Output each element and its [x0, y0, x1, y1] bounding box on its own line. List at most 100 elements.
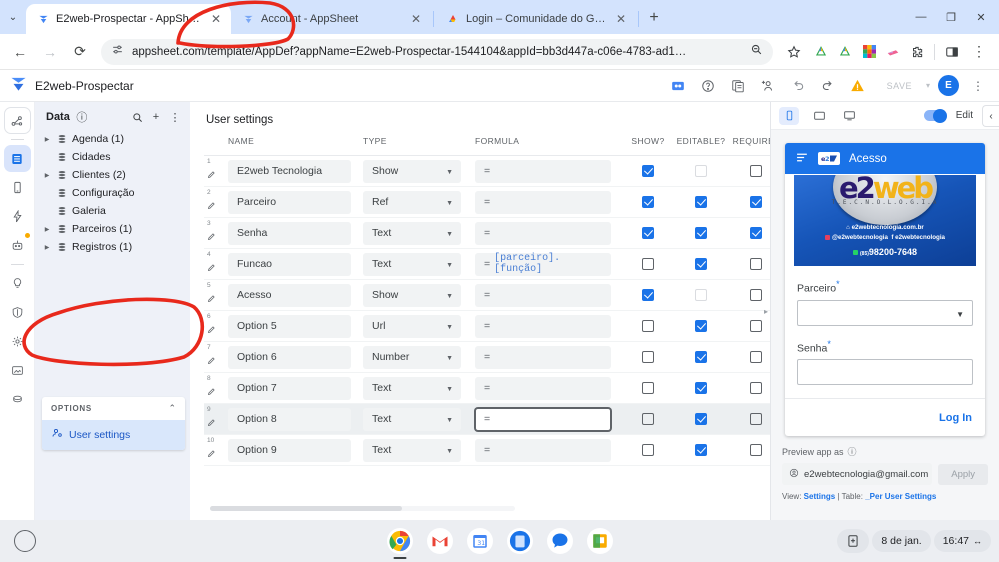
- name-field[interactable]: Option 7: [228, 376, 351, 400]
- name-field[interactable]: Option 9: [228, 438, 351, 462]
- slides-icon[interactable]: [586, 528, 613, 554]
- data-table-item[interactable]: Configuração: [35, 184, 190, 202]
- side-panel-icon[interactable]: [941, 41, 963, 63]
- collapse-preview-button[interactable]: ‹: [982, 105, 999, 127]
- clock-status-area[interactable]: 16:47 ↔: [933, 530, 991, 552]
- browser-tab-0[interactable]: E2web-Prospectar - AppSheet ✕: [26, 4, 231, 34]
- menu-icon[interactable]: [796, 150, 809, 168]
- edit-mode-toggle[interactable]: [923, 108, 947, 123]
- type-cell[interactable]: Text ▼: [363, 217, 475, 249]
- formula-cell[interactable]: =: [475, 279, 623, 311]
- editable-cell[interactable]: [673, 372, 729, 404]
- edit-pencil-icon[interactable]: [207, 414, 216, 432]
- require-cell[interactable]: [729, 186, 770, 218]
- edit-pencil-icon[interactable]: [207, 290, 216, 308]
- show-cell[interactable]: [623, 186, 673, 218]
- require-cell[interactable]: [729, 372, 770, 404]
- sidebar-item-settings-icon[interactable]: [4, 328, 31, 355]
- data-table-item[interactable]: ▶ Registros (1): [35, 238, 190, 256]
- sidebar-item-behavior-icon[interactable]: [4, 203, 31, 230]
- show-cell[interactable]: [623, 217, 673, 249]
- type-cell[interactable]: Show ▼: [363, 155, 475, 187]
- login-button[interactable]: Log In: [939, 412, 972, 424]
- puzzle-icon[interactable]: [906, 41, 928, 63]
- automation-graph-icon[interactable]: [3, 107, 31, 134]
- type-select[interactable]: Text ▼: [363, 438, 461, 462]
- search-icon[interactable]: [130, 110, 144, 124]
- checkbox[interactable]: [642, 412, 654, 425]
- type-cell[interactable]: Text ▼: [363, 248, 475, 280]
- edit-pencil-icon[interactable]: [207, 228, 216, 246]
- checkbox[interactable]: [695, 412, 707, 425]
- info-icon[interactable]: ⓘ: [75, 110, 89, 124]
- name-cell[interactable]: Option 7: [228, 372, 363, 404]
- files-icon[interactable]: [506, 528, 533, 554]
- formula-field[interactable]: =: [475, 345, 611, 369]
- table-row[interactable]: 10 Option 9 Text ▼ =: [204, 434, 770, 466]
- edit-pencil-icon[interactable]: [207, 259, 216, 277]
- formula-cell[interactable]: =: [475, 372, 623, 404]
- editable-cell[interactable]: [673, 434, 729, 466]
- formula-field[interactable]: =: [475, 221, 611, 245]
- formula-cell[interactable]: = [parceiro].[função]: [475, 248, 623, 280]
- checkbox[interactable]: [695, 381, 707, 394]
- formula-cell[interactable]: =: [475, 403, 623, 435]
- close-icon[interactable]: ✕: [209, 12, 223, 26]
- help-icon[interactable]: [697, 75, 719, 97]
- formula-field[interactable]: =: [475, 159, 611, 183]
- data-table-item[interactable]: ▶ Clientes (2): [35, 166, 190, 184]
- formula-cell[interactable]: =: [475, 186, 623, 218]
- type-cell[interactable]: Text ▼: [363, 434, 475, 466]
- app-overflow-menu-icon[interactable]: ⋮: [967, 75, 989, 97]
- edit-pencil-icon[interactable]: [207, 352, 216, 370]
- name-cell[interactable]: Option 8: [228, 403, 363, 435]
- save-caret-icon[interactable]: ▾: [926, 81, 930, 90]
- name-field[interactable]: Option 8: [228, 407, 351, 431]
- view-link[interactable]: Settings: [804, 492, 836, 501]
- name-field[interactable]: Acesso: [228, 283, 351, 307]
- gmail-icon[interactable]: [426, 528, 453, 554]
- edit-pencil-icon[interactable]: [207, 321, 216, 339]
- pink-arrow-icon[interactable]: [882, 41, 904, 63]
- checkbox[interactable]: [642, 350, 654, 363]
- tablet-icon[interactable]: [809, 107, 829, 125]
- launcher-icon[interactable]: [14, 530, 36, 552]
- formula-cell[interactable]: =: [475, 155, 623, 187]
- chevron-right-icon[interactable]: ▶: [43, 172, 51, 179]
- show-cell[interactable]: [623, 248, 673, 280]
- checkbox[interactable]: [750, 381, 762, 394]
- reload-icon[interactable]: ⟳: [66, 38, 94, 66]
- chevron-down-icon[interactable]: ▼: [446, 324, 453, 331]
- name-field[interactable]: Funcao: [228, 252, 351, 276]
- edit-pencil-icon[interactable]: [207, 383, 216, 401]
- checkbox[interactable]: [750, 164, 762, 177]
- checkbox[interactable]: [642, 288, 654, 301]
- name-field[interactable]: E2web Tecnologia: [228, 159, 351, 183]
- show-cell[interactable]: [623, 372, 673, 404]
- require-cell[interactable]: [729, 434, 770, 466]
- require-cell[interactable]: [729, 341, 770, 373]
- formula-cell[interactable]: =: [475, 217, 623, 249]
- preview-toggle-icon[interactable]: [667, 75, 689, 97]
- require-cell[interactable]: [729, 279, 770, 311]
- checkbox[interactable]: [695, 319, 707, 332]
- data-table-item[interactable]: ▶ Agenda (1): [35, 130, 190, 148]
- checkbox[interactable]: [642, 257, 654, 270]
- name-cell[interactable]: Option 6: [228, 341, 363, 373]
- name-cell[interactable]: Senha: [228, 217, 363, 249]
- table-row[interactable]: 4 Funcao Text ▼ = [parceiro].[função]: [204, 248, 770, 280]
- tab-search-icon[interactable]: ⌄: [0, 0, 26, 34]
- checkbox[interactable]: [750, 412, 762, 425]
- checkbox[interactable]: [750, 257, 762, 270]
- undo-icon[interactable]: [787, 75, 809, 97]
- formula-cell[interactable]: =: [475, 434, 623, 466]
- table-row[interactable]: 3 Senha Text ▼ =: [204, 217, 770, 249]
- name-field[interactable]: Option 6: [228, 345, 351, 369]
- chevron-up-icon[interactable]: ⌃: [168, 403, 176, 414]
- type-cell[interactable]: Ref ▼: [363, 186, 475, 218]
- sidebar-item-user-settings[interactable]: User settings: [42, 420, 185, 450]
- editable-cell[interactable]: [673, 217, 729, 249]
- close-icon[interactable]: ✕: [614, 12, 628, 26]
- table-row[interactable]: 9 Option 8 Text ▼ =: [204, 403, 770, 435]
- formula-field[interactable]: = [parceiro].[função]: [475, 252, 611, 276]
